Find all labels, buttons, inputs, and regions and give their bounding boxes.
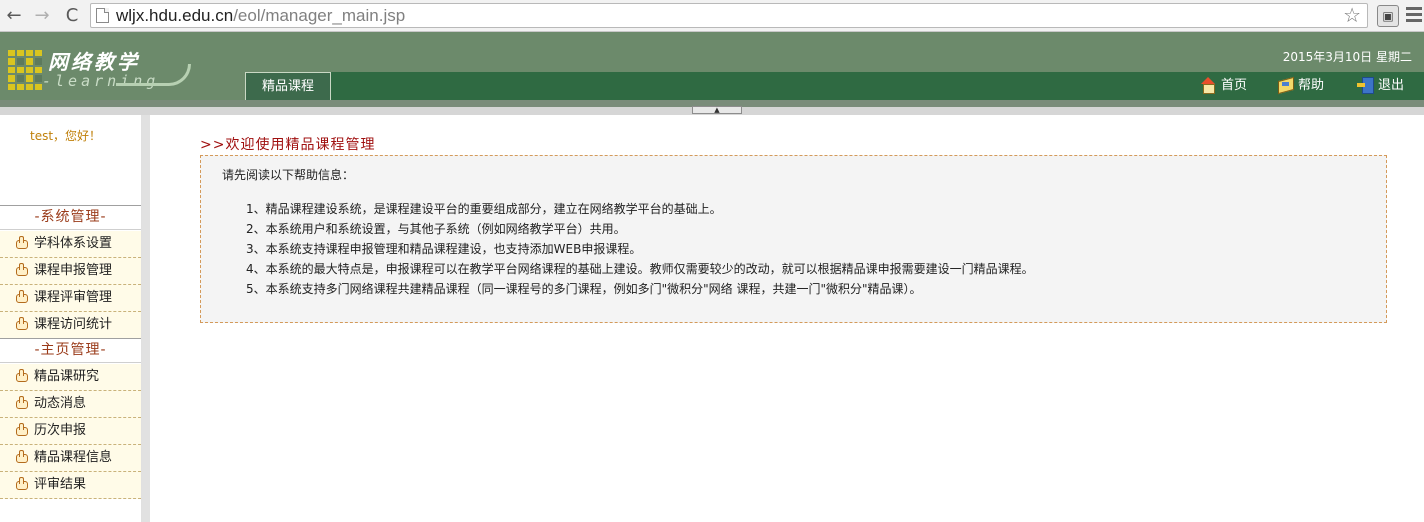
extension-icon[interactable]: ▣ xyxy=(1377,5,1399,27)
logo-grid-icon xyxy=(8,50,42,90)
page-icon xyxy=(96,8,109,23)
home-link[interactable]: 首页 xyxy=(1200,77,1247,95)
browser-toolbar: ← → C wljx.hdu.edu.cn/eol/manager_main.j… xyxy=(0,0,1424,32)
url-path: /eol/manager_main.jsp xyxy=(233,6,406,25)
pointing-hand-icon xyxy=(14,236,28,249)
sidebar-item-label: 评审结果 xyxy=(34,477,87,492)
sidebar-item-review-results[interactable]: 评审结果 xyxy=(0,472,141,499)
help-item: 5、本系统支持多门网络课程共建精品课程（同一课程号的多门课程，例如多门"微积分"… xyxy=(246,282,922,296)
section-title-homepage: -主页管理- xyxy=(0,338,141,363)
help-item: 3、本系统支持课程申报管理和精品课程建设，也支持添加WEB申报课程。 xyxy=(246,242,642,256)
pointing-hand-icon xyxy=(14,263,28,276)
help-item: 2、本系统用户和系统设置，与其他子系统（例如网络教学平台）共用。 xyxy=(246,222,626,236)
elearning-logo: 网络教学 -learning xyxy=(4,46,244,98)
help-list: 1、精品课程建设系统，是课程建设平台的重要组成部分，建立在网络教学平台的基础上。… xyxy=(246,199,1034,299)
sidebar-item-access-stats[interactable]: 课程访问统计 xyxy=(0,312,141,339)
sidebar-item-application-mgmt[interactable]: 课程申报管理 xyxy=(0,258,141,285)
sidebar-item-past-applications[interactable]: 历次申报 xyxy=(0,418,141,445)
help-intro-text: 请先阅读以下帮助信息： xyxy=(222,168,355,182)
browser-menu-icon[interactable] xyxy=(1406,7,1422,25)
sidebar: test，您好！ -系统管理- 学科体系设置 课程申报管理 课程评审管理 课程访… xyxy=(0,115,142,522)
sidebar-resize-bar[interactable] xyxy=(142,115,150,522)
pointing-hand-icon xyxy=(14,369,28,382)
help-link[interactable]: 帮助 xyxy=(1277,77,1324,95)
collapse-header-toggle[interactable]: ▲ xyxy=(692,106,742,114)
pointing-hand-icon xyxy=(14,477,28,490)
user-greeting: test，您好！ xyxy=(30,129,102,143)
help-link-label: 帮助 xyxy=(1298,78,1325,93)
page-title: >>欢迎使用精品课程管理 xyxy=(200,137,376,153)
sidebar-item-label: 动态消息 xyxy=(34,396,87,411)
help-item: 1、精品课程建设系统，是课程建设平台的重要组成部分，建立在网络教学平台的基础上。 xyxy=(246,202,722,216)
back-arrow-icon[interactable]: ← xyxy=(3,5,25,27)
sidebar-item-label: 历次申报 xyxy=(34,423,87,438)
forward-arrow-icon[interactable]: → xyxy=(31,5,53,27)
pointing-hand-icon xyxy=(14,423,28,436)
help-item: 4、本系统的最大特点是，申报课程可以在教学平台网络课程的基础上建设。教师仅需要较… xyxy=(246,262,1034,276)
bookmark-star-icon[interactable]: ☆ xyxy=(1343,4,1361,27)
sidebar-item-course-info[interactable]: 精品课程信息 xyxy=(0,445,141,472)
home-icon xyxy=(1200,77,1216,94)
tab-featured-course[interactable]: 精品课程 xyxy=(245,72,331,100)
reload-icon[interactable]: C xyxy=(61,5,83,27)
url-text[interactable]: wljx.hdu.edu.cn/eol/manager_main.jsp xyxy=(116,6,405,26)
pointing-hand-icon xyxy=(14,317,28,330)
date-display: 2015年3月10日 星期二 xyxy=(1282,50,1412,64)
exit-link-label: 退出 xyxy=(1378,78,1405,93)
sidebar-item-label: 精品课程信息 xyxy=(34,450,113,465)
sidebar-item-discipline-setup[interactable]: 学科体系设置 xyxy=(0,231,141,258)
pointing-hand-icon xyxy=(14,290,28,303)
exit-link[interactable]: 退出 xyxy=(1357,77,1404,95)
sidebar-item-label: 学科体系设置 xyxy=(34,236,113,251)
sidebar-item-course-research[interactable]: 精品课研究 xyxy=(0,364,141,391)
url-host: wljx.hdu.edu.cn xyxy=(116,6,234,25)
address-bar[interactable]: wljx.hdu.edu.cn/eol/manager_main.jsp ☆ xyxy=(90,3,1368,28)
pointing-hand-icon xyxy=(14,396,28,409)
exit-door-icon xyxy=(1357,77,1374,94)
sidebar-item-label: 课程评审管理 xyxy=(34,290,113,305)
section-title-system: -系统管理- xyxy=(0,205,141,230)
sidebar-item-label: 精品课研究 xyxy=(34,369,100,384)
help-book-icon xyxy=(1277,77,1293,92)
sidebar-item-news[interactable]: 动态消息 xyxy=(0,391,141,418)
sidebar-item-label: 课程访问统计 xyxy=(34,317,113,332)
sidebar-item-review-mgmt[interactable]: 课程评审管理 xyxy=(0,285,141,312)
help-info-box: 请先阅读以下帮助信息： 1、精品课程建设系统，是课程建设平台的重要组成部分，建立… xyxy=(200,155,1387,323)
home-link-label: 首页 xyxy=(1221,78,1248,93)
sidebar-item-label: 课程申报管理 xyxy=(34,263,113,278)
logo-swoosh xyxy=(116,64,191,86)
pointing-hand-icon xyxy=(14,450,28,463)
